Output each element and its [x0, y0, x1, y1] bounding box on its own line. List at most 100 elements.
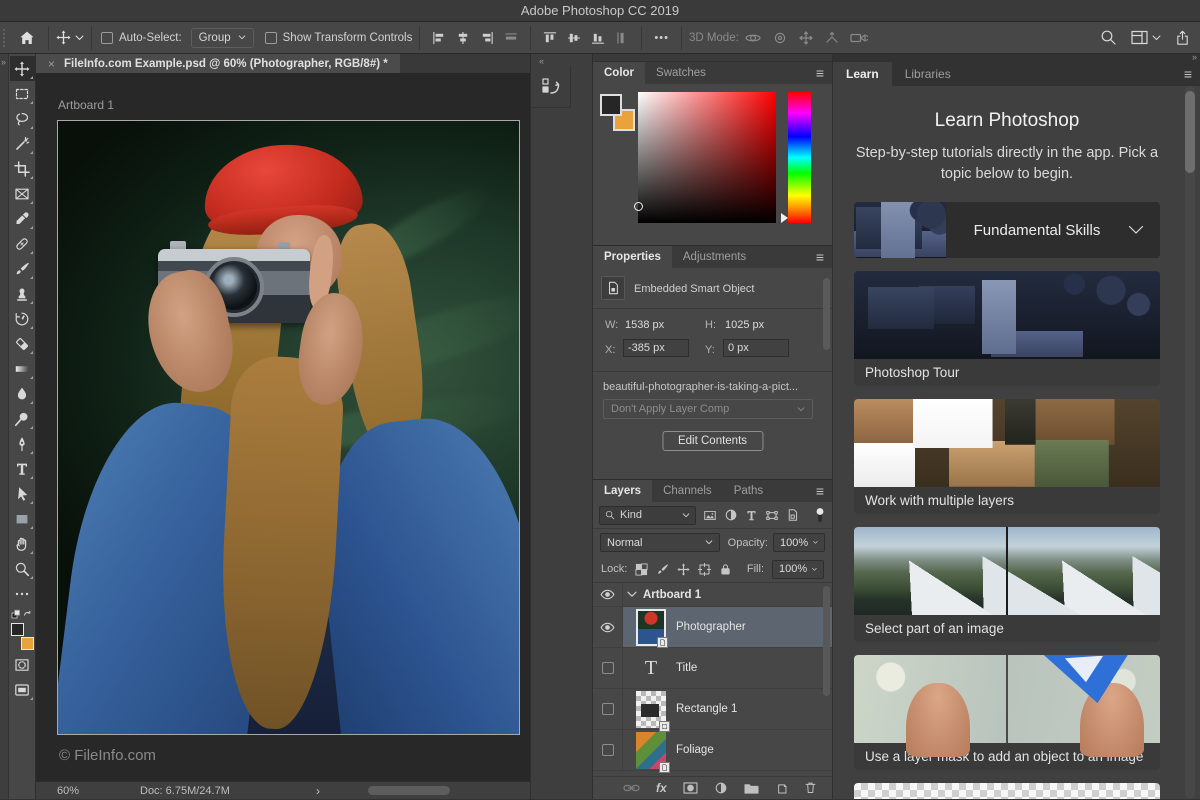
visibility-cell[interactable] [593, 607, 623, 647]
history-brush-tool[interactable] [10, 306, 35, 331]
visibility-cell[interactable] [593, 648, 623, 688]
layer-row-photographer[interactable]: Photographer [593, 607, 832, 648]
saturation-brightness-field[interactable] [634, 92, 776, 223]
color-picker-cursor[interactable] [634, 202, 643, 211]
adjustment-layer-icon[interactable] [714, 781, 728, 795]
gradient-tool[interactable] [10, 356, 35, 381]
layer-comp-dropdown[interactable]: Don't Apply Layer Comp [603, 399, 813, 419]
layer-thumbnail[interactable] [636, 731, 670, 773]
align-left-edges-button[interactable] [432, 31, 446, 45]
tab-learn[interactable]: Learn [833, 62, 892, 86]
edit-toolbar-button[interactable] [10, 581, 35, 606]
filter-smart-objects-icon[interactable] [786, 508, 799, 522]
opacity-dropdown[interactable]: 100% [773, 533, 825, 552]
y-input[interactable] [723, 339, 789, 357]
search-button[interactable] [1100, 29, 1117, 46]
artboard-label[interactable]: Artboard 1 [58, 98, 114, 112]
background-color-swatch[interactable] [20, 637, 34, 650]
fill-dropdown[interactable]: 100% [772, 559, 824, 579]
filter-pixel-layers-icon[interactable] [703, 509, 717, 522]
hidden-layer-checkbox[interactable] [601, 703, 614, 715]
status-chevron[interactable]: › [312, 784, 324, 798]
layer-row-artboard[interactable]: Artboard 1 [593, 583, 832, 607]
layer-name[interactable]: Rectangle 1 [676, 703, 737, 715]
screen-mode-button[interactable] [10, 677, 35, 702]
type-tool[interactable] [10, 456, 35, 481]
move-tool-preset[interactable] [56, 25, 84, 51]
lock-artboard-icon[interactable] [698, 562, 712, 576]
default-swap-colors[interactable] [11, 609, 33, 620]
color-panel-menu-icon[interactable]: ≡ [816, 62, 832, 84]
filter-adjustment-layers-icon[interactable] [724, 508, 738, 522]
show-transform-checkbox[interactable] [264, 31, 277, 44]
blur-tool[interactable] [10, 381, 35, 406]
workspace-switcher-button[interactable] [1131, 30, 1161, 45]
add-layer-mask-icon[interactable] [683, 782, 698, 794]
document-tab[interactable]: × FileInfo.com Example.psd @ 60% (Photog… [36, 54, 400, 73]
clone-stamp-tool[interactable] [10, 281, 35, 306]
path-selection-tool[interactable] [10, 481, 35, 506]
filter-toggle-switch[interactable] [814, 507, 826, 524]
options-bar-grip[interactable] [3, 28, 7, 47]
share-button[interactable] [1175, 30, 1190, 46]
close-tab-icon[interactable]: × [48, 57, 55, 71]
tutorial-card-multiple-layers[interactable]: Work with multiple layers [854, 399, 1160, 515]
properties-panel-menu-icon[interactable]: ≡ [816, 246, 832, 268]
tab-swatches[interactable]: Swatches [645, 62, 717, 84]
3d-camera-icon[interactable] [850, 31, 868, 45]
delete-layer-icon[interactable] [804, 781, 817, 795]
rectangle-tool[interactable] [10, 506, 35, 531]
brush-tool[interactable] [10, 256, 35, 281]
tab-color[interactable]: Color [593, 62, 646, 84]
home-button[interactable] [13, 25, 41, 51]
visibility-cell[interactable] [593, 583, 623, 606]
layer-name[interactable]: Title [676, 662, 697, 674]
layer-name[interactable]: Photographer [676, 621, 746, 633]
tutorial-card-layer-mask[interactable]: Use a layer mask to add an object to an … [854, 655, 1160, 771]
collapse-panels-icon[interactable]: « [539, 56, 544, 66]
frame-tool[interactable] [10, 181, 35, 206]
new-group-icon[interactable] [744, 782, 759, 794]
3d-pan-icon[interactable] [798, 30, 814, 46]
eyedropper-tool[interactable] [10, 206, 35, 231]
crop-tool[interactable] [10, 156, 35, 181]
magic-wand-tool[interactable] [10, 131, 35, 156]
x-input[interactable] [623, 339, 689, 357]
edit-contents-button[interactable]: Edit Contents [661, 431, 764, 451]
align-bottom-edges-button[interactable] [591, 31, 605, 45]
link-layers-icon[interactable] [623, 783, 640, 793]
tutorial-card-select-image[interactable]: Select part of an image [854, 527, 1160, 643]
layer-name[interactable]: Foliage [676, 744, 714, 756]
tab-libraries[interactable]: Libraries [892, 62, 964, 86]
tab-channels[interactable]: Channels [652, 480, 723, 502]
foreground-color-swatch[interactable] [600, 94, 622, 116]
3d-roll-icon[interactable] [772, 30, 788, 46]
hand-tool[interactable] [10, 531, 35, 556]
layer-effects-icon[interactable]: fx [656, 781, 667, 795]
canvas-area[interactable]: Artboard 1 © FileInfo.com [36, 73, 530, 781]
layers-panel-menu-icon[interactable]: ≡ [816, 480, 832, 502]
fundamental-skills-accordion[interactable]: Fundamental Skills [854, 202, 1160, 259]
layers-scrollbar-thumb[interactable] [823, 586, 830, 696]
layer-row-rectangle[interactable]: Rectangle 1 [593, 689, 832, 732]
filter-type-layers-icon[interactable] [745, 509, 758, 522]
auto-select-dropdown[interactable]: Group [190, 27, 254, 48]
move-tool[interactable] [9, 56, 35, 81]
layer-thumbnail[interactable] [636, 690, 670, 732]
auto-select-checkbox[interactable] [101, 31, 113, 44]
visibility-cell[interactable] [593, 689, 623, 729]
align-vertical-centers-button[interactable] [567, 31, 581, 45]
hue-slider-arrow[interactable] [781, 213, 788, 223]
more-align-options-button[interactable]: ••• [654, 32, 669, 44]
hidden-layer-checkbox[interactable] [601, 662, 614, 674]
learn-collapse-strip[interactable]: » [833, 53, 1200, 62]
lock-transparent-icon[interactable] [635, 562, 648, 576]
expand-toolbar-icon[interactable]: » [1, 57, 6, 67]
lock-all-icon[interactable] [719, 563, 732, 576]
artboard[interactable] [57, 120, 520, 735]
visibility-cell[interactable] [593, 730, 623, 770]
tab-properties[interactable]: Properties [593, 246, 672, 268]
tutorial-card-photoshop-tour[interactable]: Photoshop Tour [854, 271, 1160, 387]
zoom-level-field[interactable]: 60% [36, 785, 100, 797]
blend-mode-dropdown[interactable]: Normal [600, 533, 720, 552]
